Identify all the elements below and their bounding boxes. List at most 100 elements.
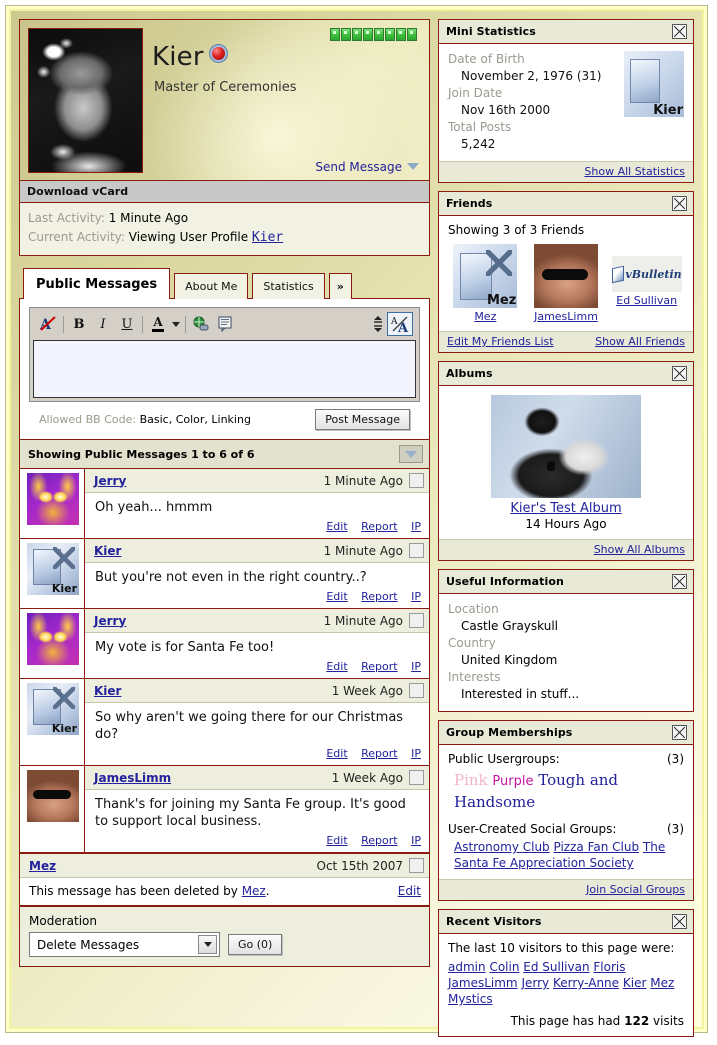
ip-link[interactable]: IP [411, 747, 421, 760]
social-group-link[interactable]: Astronomy Club [454, 840, 550, 854]
ip-link[interactable]: IP [411, 660, 421, 673]
visitor-link[interactable]: JamesLimm [448, 976, 518, 990]
visitor-link[interactable]: Kerry-Anne [553, 976, 619, 990]
album-thumbnail[interactable] [491, 395, 641, 498]
list-item[interactable]: Mez [448, 244, 523, 323]
message-author-link[interactable]: Kier [94, 684, 121, 698]
bbcode-info: Allowed BB Code: Basic, Color, Linking [39, 413, 251, 426]
tab-more[interactable]: » [328, 273, 352, 299]
collapse-icon[interactable] [672, 366, 687, 381]
message-time: 1 Minute Ago [324, 473, 424, 488]
underline-icon[interactable]: U [115, 313, 139, 335]
message-select-checkbox[interactable] [409, 770, 424, 785]
visitor-link[interactable]: Kier [623, 976, 647, 990]
message-select-checkbox[interactable] [409, 858, 424, 873]
message-author-link[interactable]: Jerry [94, 474, 126, 488]
collapse-icon[interactable] [672, 725, 687, 740]
visitor-link[interactable]: Jerry [521, 976, 549, 990]
download-vcard-button[interactable]: Download vCard [20, 181, 429, 203]
chevron-down-icon [407, 163, 419, 170]
friends-panel: Friends Showing 3 of 3 Friends Mez James… [438, 191, 694, 353]
bold-icon[interactable]: B [67, 313, 91, 335]
message-select-checkbox[interactable] [409, 543, 424, 558]
message-actions: Edit Report IP [85, 588, 429, 608]
edit-link[interactable]: Edit [326, 590, 347, 603]
list-item[interactable]: vBulletin Ed Sullivan [609, 244, 684, 307]
show-all-friends-link[interactable]: Show All Friends [595, 335, 685, 348]
remove-formatting-icon[interactable]: A [36, 313, 60, 335]
report-link[interactable]: Report [361, 747, 397, 760]
collapse-icon[interactable] [672, 574, 687, 589]
message-avatar[interactable] [20, 469, 84, 538]
message-author-link[interactable]: JamesLimm [94, 771, 171, 785]
visitor-link[interactable]: admin [448, 960, 486, 974]
report-link[interactable]: Report [361, 660, 397, 673]
avatar[interactable] [28, 28, 143, 173]
edit-link[interactable]: Edit [326, 660, 347, 673]
message-avatar[interactable] [20, 609, 84, 678]
edit-link[interactable]: Edit [326, 520, 347, 533]
visitor-link[interactable]: Ed Sullivan [523, 960, 589, 974]
tab-public-messages[interactable]: Public Messages [23, 268, 171, 299]
edit-link[interactable]: Edit [398, 884, 421, 898]
visitor-link[interactable]: Colin [489, 960, 519, 974]
report-link[interactable]: Report [361, 834, 397, 847]
toggle-wysiwyg-icon[interactable]: AA [387, 312, 413, 336]
tab-statistics[interactable]: Statistics [252, 273, 325, 299]
collapse-icon[interactable] [672, 914, 687, 929]
moderation-selected-value: Delete Messages [37, 937, 140, 952]
current-activity-link[interactable]: Kier [252, 230, 283, 245]
ip-link[interactable]: IP [411, 520, 421, 533]
album-name-link[interactable]: Kier's Test Album [510, 501, 621, 516]
message-author-link[interactable]: Mez [29, 859, 56, 873]
resize-box-icon[interactable] [369, 313, 387, 335]
message-select-checkbox[interactable] [409, 473, 424, 488]
panel-footer: Show All Statistics [439, 161, 693, 182]
join-social-groups-link[interactable]: Join Social Groups [586, 883, 685, 896]
visitor-link[interactable]: Mez [650, 976, 674, 990]
collapse-icon[interactable] [672, 196, 687, 211]
edit-link[interactable]: Edit [326, 834, 347, 847]
message-avatar[interactable] [20, 539, 84, 608]
show-all-statistics-link[interactable]: Show All Statistics [584, 165, 685, 178]
tab-about-me[interactable]: About Me [174, 273, 249, 299]
message-author-link[interactable]: Kier [94, 544, 121, 558]
report-link[interactable]: Report [361, 590, 397, 603]
message-avatar[interactable] [20, 766, 84, 852]
post-message-button[interactable]: Post Message [315, 409, 410, 430]
list-item[interactable]: JamesLimm [529, 244, 604, 323]
ip-link[interactable]: IP [411, 590, 421, 603]
deleted-by-link[interactable]: Mez [242, 884, 266, 898]
message-select-checkbox[interactable] [409, 613, 424, 628]
online-status-icon [211, 47, 225, 60]
message-list-options-button[interactable] [399, 445, 423, 463]
edit-link[interactable]: Edit [326, 747, 347, 760]
moderation-go-button[interactable]: Go (0) [228, 934, 283, 955]
font-color-icon[interactable]: A [146, 313, 170, 335]
message-avatar[interactable] [20, 679, 84, 765]
panel-footer: Join Social Groups [439, 879, 693, 900]
ip-link[interactable]: IP [411, 834, 421, 847]
visits-prefix: This page has had [510, 1014, 621, 1028]
message-select-checkbox[interactable] [409, 683, 424, 698]
show-all-albums-link[interactable]: Show All Albums [594, 543, 685, 556]
message-author-link[interactable]: Jerry [94, 614, 126, 628]
message-textarea[interactable] [33, 340, 416, 398]
insert-link-icon[interactable] [189, 313, 213, 335]
visitor-link[interactable]: Floris [593, 960, 625, 974]
social-groups-list: Astronomy Club Pizza Fan Club The Santa … [454, 839, 684, 871]
avatar [534, 244, 598, 308]
italic-icon[interactable]: I [91, 313, 115, 335]
send-message-button[interactable]: Send Message [315, 160, 419, 174]
report-link[interactable]: Report [361, 520, 397, 533]
friend-name-link[interactable]: Ed Sullivan [616, 294, 677, 307]
friend-name-link[interactable]: Mez [474, 310, 496, 323]
collapse-icon[interactable] [672, 24, 687, 39]
edit-friends-list-link[interactable]: Edit My Friends List [447, 335, 554, 348]
friend-name-link[interactable]: JamesLimm [534, 310, 598, 323]
insert-quote-icon[interactable] [213, 313, 237, 335]
social-group-link[interactable]: Pizza Fan Club [554, 840, 640, 854]
font-color-dropdown-icon[interactable] [170, 313, 182, 335]
visitor-link[interactable]: Mystics [448, 992, 493, 1006]
moderation-select[interactable]: Delete Messages [29, 932, 220, 957]
